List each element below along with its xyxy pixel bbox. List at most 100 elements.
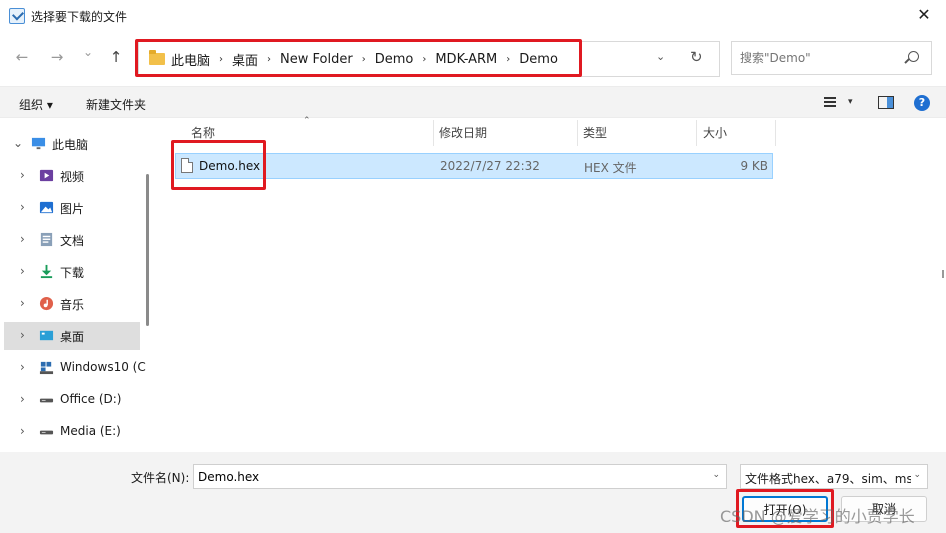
- breadcrumb-item[interactable]: 此电脑: [171, 50, 210, 69]
- app-icon: [9, 8, 25, 24]
- sidebar-item-this-pc[interactable]: ⌄ 此电脑: [4, 130, 140, 158]
- sidebar-scrollbar[interactable]: [146, 174, 149, 326]
- breadcrumb-item[interactable]: 桌面: [232, 50, 258, 69]
- column-header-size[interactable]: 大小: [703, 124, 727, 141]
- chevron-right-icon[interactable]: ›: [267, 54, 271, 65]
- sidebar-item-label: Office (D:): [60, 392, 122, 406]
- video-icon: [39, 169, 54, 182]
- sidebar-item-pictures[interactable]: › 图片: [4, 194, 140, 222]
- file-icon: [181, 158, 193, 173]
- sidebar-item-desktop[interactable]: › 桌面: [4, 322, 140, 350]
- breadcrumb-item[interactable]: New Folder: [280, 52, 353, 67]
- chevron-down-icon[interactable]: ⌄: [656, 50, 665, 63]
- file-list-scrollbar[interactable]: [938, 118, 946, 452]
- computer-icon: [31, 137, 46, 150]
- document-icon: [40, 232, 53, 247]
- windows-drive-icon: [39, 361, 54, 375]
- chevron-right-icon[interactable]: ›: [20, 392, 25, 406]
- file-row[interactable]: Demo.hex 2022/7/27 22:32 HEX 文件 9 KB: [175, 153, 773, 179]
- back-button[interactable]: ←: [12, 48, 32, 66]
- sidebar-item-label: 视频: [60, 170, 85, 184]
- search-icon[interactable]: [908, 51, 919, 62]
- dialog-footer: 文件名(N): ⌄ 文件格式hex、a79、sim、msp ⌄ 打开(O) 取消…: [0, 452, 946, 533]
- filename-label: 文件名(N):: [131, 471, 190, 485]
- sidebar-item-label: 文档: [60, 234, 85, 248]
- chevron-right-icon[interactable]: ›: [506, 54, 510, 65]
- sidebar-item-videos[interactable]: › 视频: [4, 162, 140, 190]
- breadcrumb-item[interactable]: MDK-ARM: [435, 52, 497, 67]
- download-icon: [40, 264, 53, 279]
- column-divider[interactable]: [775, 120, 776, 146]
- folder-icon: [149, 50, 165, 65]
- picture-icon: [39, 201, 54, 214]
- file-date: 2022/7/27 22:32: [440, 159, 540, 173]
- sort-ascending-icon: ⌃: [303, 116, 311, 126]
- chevron-right-icon[interactable]: ›: [20, 296, 25, 310]
- chevron-right-icon[interactable]: ›: [422, 54, 426, 65]
- column-header-type[interactable]: 类型: [583, 124, 607, 141]
- address-bar[interactable]: 此电脑 › 桌面 › New Folder › Demo › MDK-ARM ›…: [138, 41, 720, 77]
- chevron-right-icon[interactable]: ›: [20, 424, 25, 438]
- forward-button[interactable]: →: [47, 48, 67, 66]
- breadcrumb-item[interactable]: Demo: [519, 52, 558, 67]
- sidebar-item-downloads[interactable]: › 下载: [4, 258, 140, 286]
- breadcrumb-item[interactable]: Demo: [375, 52, 414, 67]
- column-divider[interactable]: [577, 120, 578, 146]
- music-icon: [39, 296, 54, 311]
- command-toolbar: 组织 ▾ 新建文件夹 ▾ ?: [0, 86, 946, 118]
- chevron-down-icon[interactable]: ⌄: [712, 470, 720, 480]
- breadcrumb: 此电脑 › 桌面 › New Folder › Demo › MDK-ARM ›…: [171, 42, 558, 76]
- navigation-sidebar: ⌄ 此电脑 › 视频 › 图片 › 文档 › 下载 › 音乐 › 桌面 › Wi…: [0, 118, 152, 452]
- sidebar-item-label: 音乐: [60, 298, 85, 312]
- window-title: 选择要下载的文件: [31, 10, 128, 24]
- column-header-name[interactable]: 名称: [191, 124, 215, 141]
- organize-button[interactable]: 组织 ▾: [19, 96, 53, 113]
- search-input[interactable]: [740, 51, 900, 65]
- chevron-right-icon[interactable]: ›: [20, 328, 25, 342]
- drive-icon: [39, 398, 54, 403]
- filename-input[interactable]: [198, 470, 698, 484]
- sidebar-item-drive-e[interactable]: › Media (E:): [4, 418, 140, 446]
- chevron-right-icon[interactable]: ›: [219, 54, 223, 65]
- chevron-right-icon[interactable]: ›: [20, 264, 25, 278]
- up-button[interactable]: ↑: [106, 48, 126, 66]
- refresh-icon[interactable]: ↻: [690, 48, 703, 66]
- new-folder-button[interactable]: 新建文件夹: [86, 96, 146, 113]
- preview-pane-icon[interactable]: [878, 96, 894, 109]
- column-divider[interactable]: [696, 120, 697, 146]
- column-header-date[interactable]: 修改日期: [439, 124, 487, 141]
- sidebar-item-music[interactable]: › 音乐: [4, 290, 140, 318]
- desktop-icon: [39, 330, 54, 341]
- chevron-down-icon[interactable]: ⌄: [913, 470, 921, 480]
- sidebar-item-label: 下载: [60, 266, 85, 280]
- chevron-right-icon[interactable]: ›: [20, 360, 25, 374]
- chevron-down-icon[interactable]: ⌄: [13, 136, 23, 150]
- file-size: 9 KB: [740, 159, 768, 173]
- recent-locations-button[interactable]: ⌄: [78, 45, 98, 59]
- filetype-select[interactable]: 文件格式hex、a79、sim、msp ⌄: [740, 464, 928, 489]
- view-list-icon[interactable]: [824, 97, 836, 107]
- file-type: HEX 文件: [584, 161, 637, 175]
- sidebar-item-drive-d[interactable]: › Office (D:): [4, 386, 140, 414]
- file-name: Demo.hex: [199, 159, 261, 173]
- chevron-down-icon[interactable]: ▾: [848, 97, 853, 107]
- watermark: CSDN @爱学习的小贾学长: [720, 507, 915, 526]
- sidebar-item-label: Windows10 (C: [60, 360, 146, 374]
- close-button[interactable]: ✕: [902, 0, 946, 32]
- sidebar-item-documents[interactable]: › 文档: [4, 226, 140, 254]
- sidebar-item-drive-c[interactable]: › Windows10 (C: [4, 354, 146, 382]
- filename-combobox[interactable]: ⌄: [193, 464, 727, 489]
- chevron-right-icon[interactable]: ›: [20, 232, 25, 246]
- sidebar-item-label: 桌面: [60, 330, 85, 344]
- sidebar-item-label: Media (E:): [60, 424, 121, 438]
- chevron-right-icon[interactable]: ›: [20, 168, 25, 182]
- search-box[interactable]: [731, 41, 932, 75]
- column-divider[interactable]: [433, 120, 434, 146]
- sidebar-item-label: 此电脑: [52, 138, 89, 152]
- title-bar: 选择要下载的文件 ✕: [0, 0, 946, 32]
- help-icon[interactable]: ?: [914, 95, 930, 111]
- drive-icon: [39, 430, 54, 435]
- chevron-right-icon[interactable]: ›: [362, 54, 366, 65]
- chevron-right-icon[interactable]: ›: [20, 200, 25, 214]
- file-list: ⌃ 名称 修改日期 类型 大小 Demo.hex 2022/7/27 22:32…: [158, 116, 946, 452]
